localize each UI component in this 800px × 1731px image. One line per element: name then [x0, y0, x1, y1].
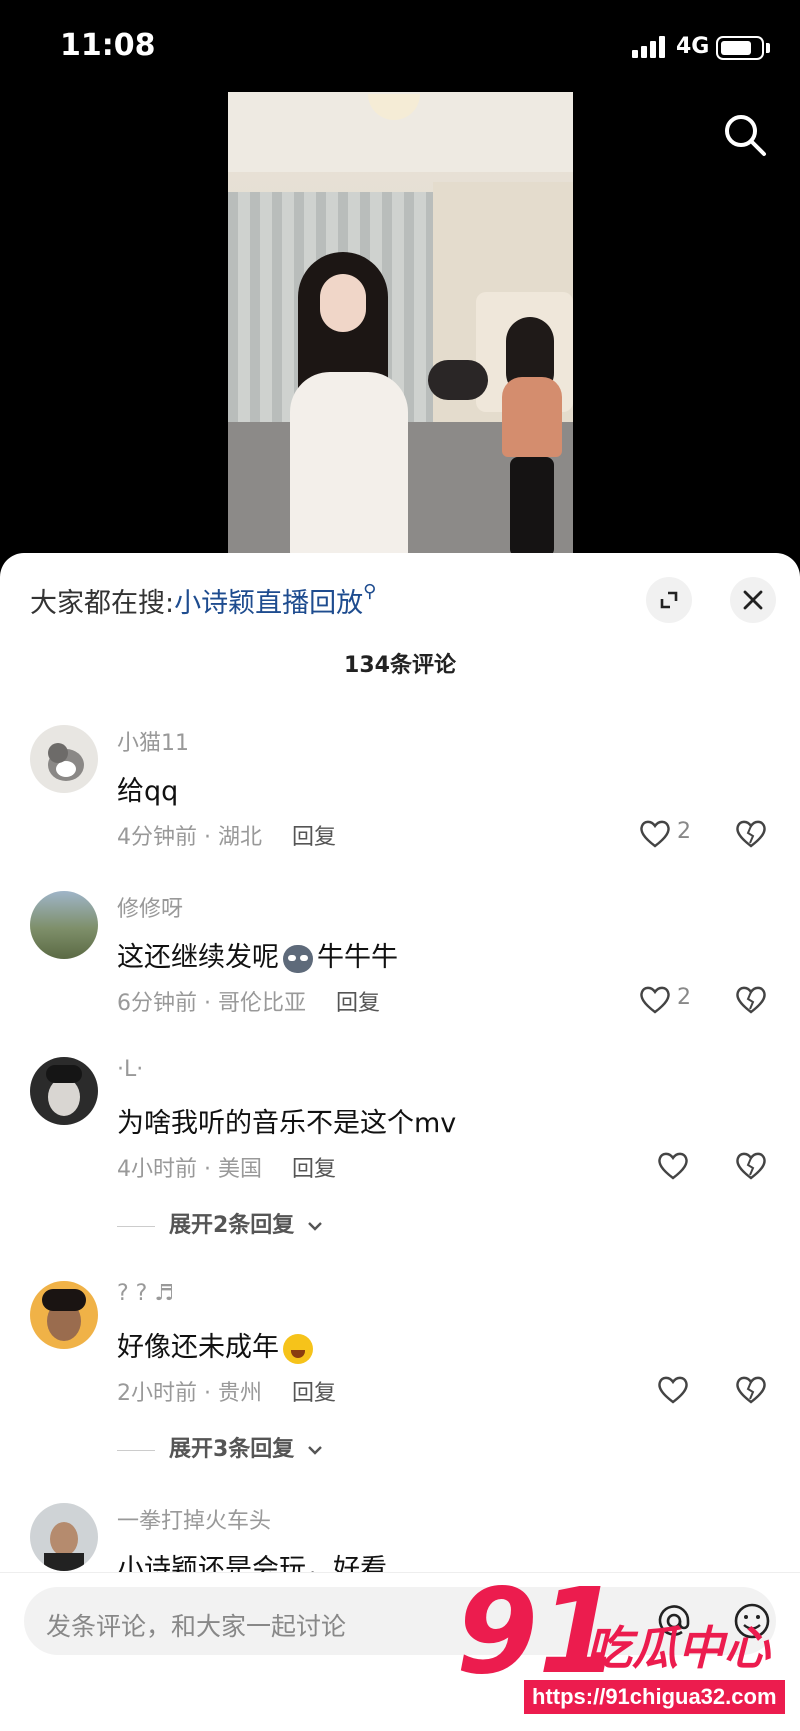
reply-button[interactable]: 回复 [336, 991, 380, 1016]
comment-username[interactable]: ? ? ♬ [117, 1281, 174, 1306]
comment-text[interactable]: 这还继续发呢 牛牛牛 [117, 935, 398, 974]
expand-button[interactable] [646, 577, 692, 623]
comment-username[interactable]: 小猫11 [117, 725, 189, 757]
comment-text[interactable]: 好像还未成年 [117, 1325, 313, 1364]
battery-icon [716, 36, 764, 60]
heart-icon[interactable] [656, 1149, 690, 1183]
comment-time-location: 4分钟前 · 湖北 [117, 825, 262, 850]
avatar[interactable] [30, 1281, 98, 1349]
comment-text[interactable]: 为啥我听的音乐不是这个mv [117, 1101, 456, 1140]
like-count: 2 [677, 985, 691, 1010]
expand-replies-button[interactable]: 展开3条回复 [117, 1431, 324, 1463]
comment-time-location: 2小时前 · 贵州 [117, 1381, 262, 1406]
like-count: 2 [677, 819, 691, 844]
comment-time-location: 6分钟前 · 哥伦比亚 [117, 991, 306, 1016]
reply-button[interactable]: 回复 [292, 1157, 336, 1182]
reply-button[interactable]: 回复 [292, 825, 336, 850]
comment-item: 一拳打掉火车头 小诗颖还是会玩，好看 [0, 1503, 800, 1573]
broken-heart-icon[interactable] [734, 1373, 768, 1407]
video-person-main [288, 252, 408, 555]
divider [117, 1449, 155, 1451]
watermark-url: https://91chigua32.com [524, 1680, 785, 1714]
avatar[interactable] [30, 725, 98, 793]
comment-text-body: 好像还未成年 [117, 1332, 279, 1363]
comment-item: 修修呀 这还继续发呢 牛牛牛 6分钟前 · 哥伦比亚 回复 2 [0, 891, 800, 1051]
close-button[interactable] [730, 577, 776, 623]
avatar[interactable] [30, 1057, 98, 1125]
comment-item: ·L· 为啥我听的音乐不是这个mv 4小时前 · 美国 回复 展开2条回复 [0, 1057, 800, 1238]
reply-button[interactable]: 回复 [292, 1381, 336, 1406]
comment-text[interactable]: 小诗颖还是会玩，好看 [117, 1547, 387, 1573]
hot-search-prefix: 大家都在搜: [30, 588, 175, 619]
hot-search[interactable]: 大家都在搜:小诗颖直播回放⚲ [30, 581, 376, 620]
status-time: 11:08 [60, 28, 156, 63]
broken-heart-icon[interactable] [734, 817, 768, 851]
comment-text-after: 牛牛牛 [317, 942, 398, 973]
comment-meta: 4分钟前 · 湖北 回复 [117, 819, 336, 851]
comment-input-placeholder: 发条评论，和大家一起讨论 [46, 1612, 347, 1641]
expand-icon [660, 591, 678, 609]
network-type: 4G [676, 34, 710, 59]
heart-icon[interactable] [638, 817, 672, 851]
video-person-lying [428, 360, 488, 400]
expand-replies-button[interactable]: 展开2条回复 [117, 1207, 324, 1239]
expand-replies-label: 展开3条回复 [169, 1437, 295, 1462]
comment-item: 小猫11 给qq 4分钟前 · 湖北 回复 2 [0, 725, 800, 885]
comment-username[interactable]: 修修呀 [117, 891, 183, 923]
status-bar: 11:08 4G [0, 0, 800, 92]
broken-heart-icon[interactable] [734, 1149, 768, 1183]
expand-replies-label: 展开2条回复 [169, 1213, 295, 1238]
comment-text[interactable]: 给qq [117, 769, 178, 808]
comment-count: 134条评论 [344, 653, 456, 678]
watermark-logo: 91 吃瓜中心 https://91chigua32.com [456, 1572, 800, 1722]
comment-username[interactable]: ·L· [117, 1057, 143, 1082]
signal-icon [632, 36, 666, 58]
comment-item: ? ? ♬ 好像还未成年 2小时前 · 贵州 回复 展开3条回复 [0, 1281, 800, 1462]
avatar[interactable] [30, 891, 98, 959]
divider [117, 1225, 155, 1227]
battery-level [721, 41, 751, 55]
broken-heart-icon[interactable] [734, 983, 768, 1017]
video-player[interactable] [228, 92, 573, 555]
watermark-name: 吃瓜中心 [586, 1621, 770, 1675]
comment-text-before: 这还继续发呢 [117, 942, 279, 973]
close-icon [743, 590, 763, 610]
heart-icon[interactable] [656, 1373, 690, 1407]
comment-meta: 2小时前 · 贵州 回复 [117, 1375, 336, 1407]
comment-time-location: 4小时前 · 美国 [117, 1157, 262, 1182]
avatar[interactable] [30, 1503, 98, 1571]
chevron-down-icon [308, 1446, 322, 1455]
chevron-down-icon [308, 1222, 322, 1231]
comment-username[interactable]: 一拳打掉火车头 [117, 1503, 271, 1535]
cat-face-emoji-icon [283, 944, 313, 973]
battery-cap [766, 43, 770, 53]
video-person-seated [496, 317, 566, 555]
comments-sheet: 大家都在搜:小诗颖直播回放⚲ 134条评论 小猫11 给qq 4分钟前 · 湖北… [0, 553, 800, 1731]
heart-icon[interactable] [638, 983, 672, 1017]
hot-search-term[interactable]: 小诗颖直播回放 [174, 588, 363, 619]
comment-meta: 6分钟前 · 哥伦比亚 回复 [117, 985, 380, 1017]
comment-meta: 4小时前 · 美国 回复 [117, 1151, 336, 1183]
crying-laughing-emoji-icon [283, 1333, 313, 1364]
search-small-icon: ⚲ [363, 581, 377, 602]
search-icon[interactable] [722, 112, 768, 158]
